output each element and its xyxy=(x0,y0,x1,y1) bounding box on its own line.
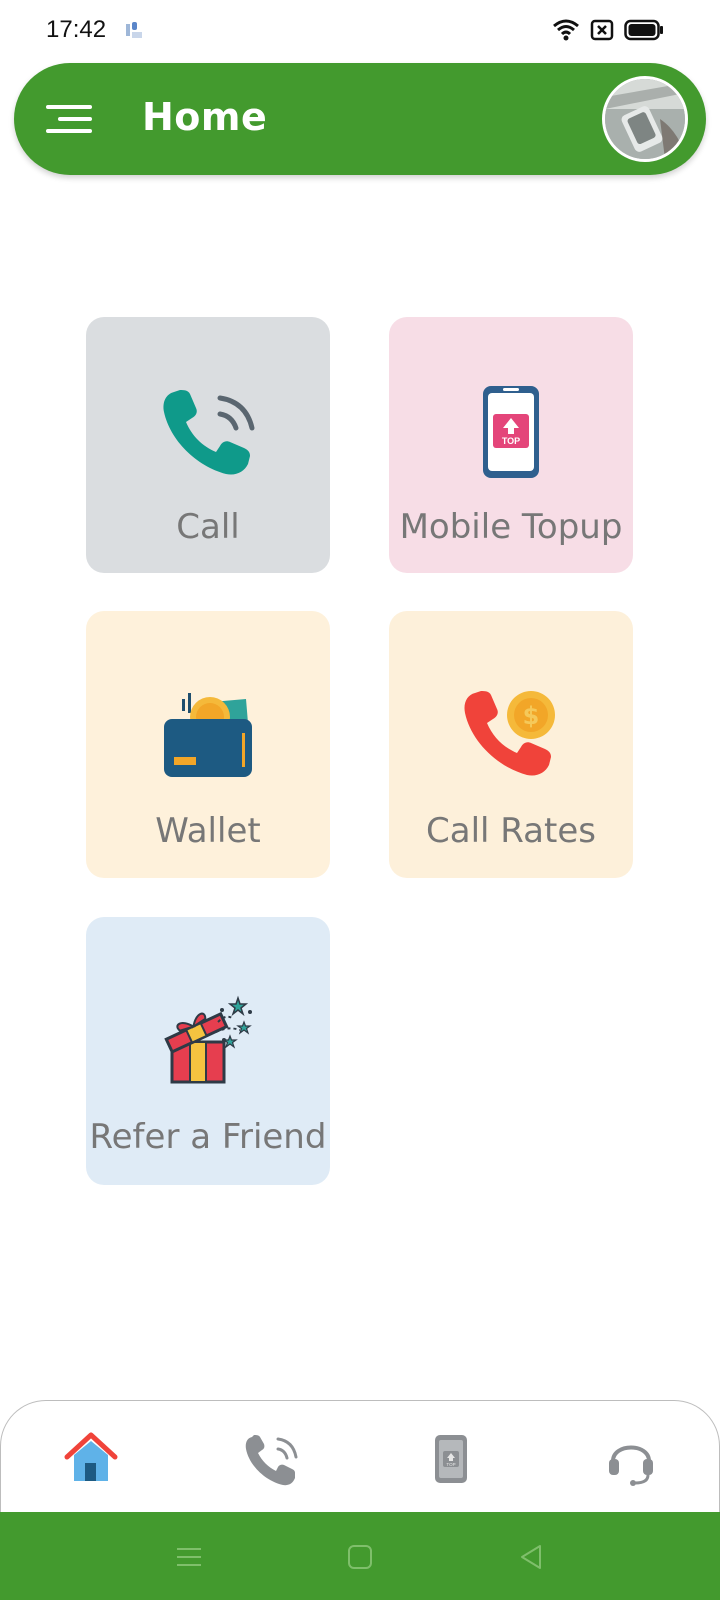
bottom-navigation: TOP xyxy=(0,1400,720,1514)
wallet-icon xyxy=(160,687,256,783)
system-navigation-bar xyxy=(0,1512,720,1600)
wallet-tile-label: Wallet xyxy=(155,811,261,851)
svg-text:TOP: TOP xyxy=(446,1462,455,1467)
svg-text:$: $ xyxy=(523,702,540,730)
call-rates-icon: $ xyxy=(463,687,559,783)
call-tile[interactable]: Call xyxy=(86,317,330,573)
status-time: 17:42 xyxy=(46,16,107,43)
nav-mobile-icon[interactable]: TOP xyxy=(423,1431,479,1487)
wallet-tile[interactable]: Wallet xyxy=(86,611,330,878)
nav-phone-icon[interactable] xyxy=(243,1431,299,1487)
hamburger-menu-icon[interactable] xyxy=(46,99,94,139)
gift-box-icon xyxy=(160,992,256,1088)
call-rates-tile-label: Call Rates xyxy=(426,811,596,851)
app-bar: Home xyxy=(14,63,706,175)
phone-call-icon xyxy=(160,384,256,480)
nav-headset-support-icon[interactable] xyxy=(603,1431,659,1487)
app-notification-icon xyxy=(124,20,146,42)
battery-icon xyxy=(624,19,663,41)
back-triangle-icon[interactable] xyxy=(516,1542,546,1572)
mobile-topup-tile[interactable]: TOP Mobile Topup xyxy=(389,317,633,573)
refer-a-friend-tile-label: Refer a Friend xyxy=(89,1117,327,1157)
wifi-icon xyxy=(553,19,579,41)
status-right-icons xyxy=(552,18,664,42)
call-rates-tile[interactable]: $ Call Rates xyxy=(389,611,633,878)
call-tile-label: Call xyxy=(176,507,240,547)
svg-text:TOP: TOP xyxy=(502,436,520,446)
nav-home-icon[interactable] xyxy=(63,1431,119,1487)
status-bar: 17:42 xyxy=(0,0,720,62)
refer-a-friend-tile[interactable]: Refer a Friend xyxy=(86,917,330,1185)
page-title: Home xyxy=(142,95,268,139)
sim-blocked-icon xyxy=(590,19,614,41)
profile-avatar[interactable] xyxy=(602,76,688,162)
home-square-icon[interactable] xyxy=(345,1542,375,1572)
mobile-topup-tile-label: Mobile Topup xyxy=(399,507,623,547)
recents-icon[interactable] xyxy=(174,1542,204,1572)
mobile-topup-icon: TOP xyxy=(463,384,559,480)
